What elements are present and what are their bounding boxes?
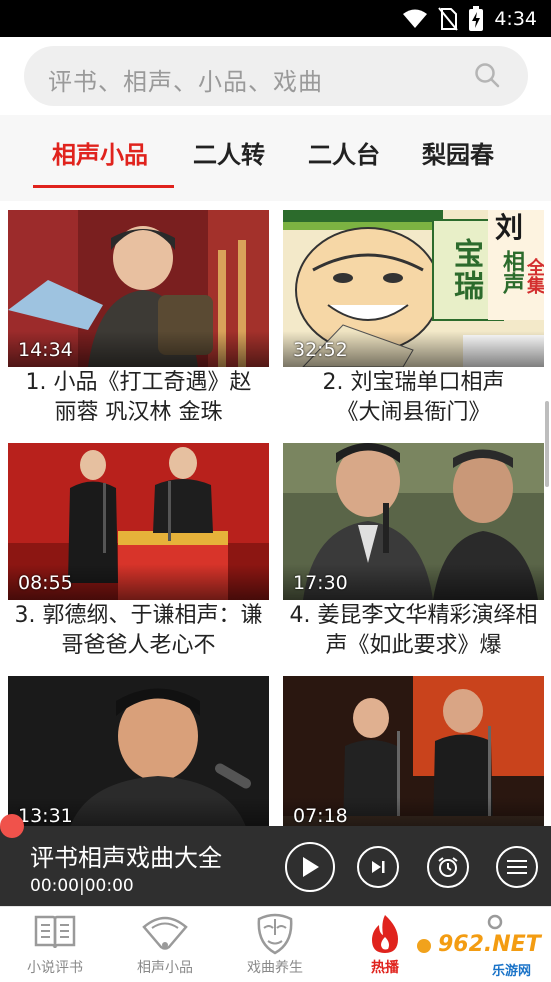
- play-icon: [303, 857, 319, 877]
- opera-mask-icon: [257, 913, 293, 955]
- video-caption[interactable]: 4. 姜昆李文华精彩演绎相声《如此要求》爆: [283, 601, 544, 661]
- playlist-button[interactable]: [496, 846, 538, 888]
- video-duration: 17:30: [293, 572, 348, 594]
- nav-label: 戏曲养生: [247, 960, 303, 976]
- video-duration: 08:55: [18, 572, 73, 594]
- tab-errentai[interactable]: 二人台: [308, 135, 380, 170]
- video-duration: 32:52: [293, 339, 348, 361]
- video-grid[interactable]: 14:34 1. 小品《打工奇遇》赵丽蓉 巩汉林 金珠 刘 宝瑞 相声 全集 3…: [0, 201, 551, 826]
- wifi-icon: [403, 9, 428, 28]
- poster-top-text: 刘: [495, 211, 524, 244]
- flame-icon: [372, 915, 398, 953]
- search-input[interactable]: 评书、相声、小品、戏曲: [24, 46, 528, 106]
- tab-liyuanchun[interactable]: 梨园春: [422, 135, 494, 170]
- nav-item-xiqu[interactable]: 戏曲养生: [220, 907, 330, 982]
- video-thumbnail[interactable]: 14:34: [8, 210, 269, 367]
- site-watermark: 962.NET 乐游网: [416, 922, 546, 979]
- video-title: 3. 郭德纲、于谦相声：谦哥爸爸人老心不: [14, 603, 263, 658]
- video-title: 2. 刘宝瑞单口相声《大闹县衙门》: [322, 370, 505, 425]
- play-button[interactable]: [285, 842, 335, 892]
- video-caption[interactable]: 3. 郭德纲、于谦相声：谦哥爸爸人老心不: [8, 601, 269, 661]
- nav-label: 小说评书: [27, 960, 83, 976]
- active-tab-indicator: [33, 185, 174, 188]
- poster-name-text: 宝瑞: [448, 238, 483, 302]
- clock: 4:34: [494, 8, 537, 30]
- video-caption[interactable]: 2. 刘宝瑞单口相声《大闹县衙门》: [283, 368, 544, 428]
- video-duration: 13:31: [18, 805, 73, 826]
- grid-scrollbar[interactable]: [545, 401, 549, 487]
- progress-knob[interactable]: [0, 814, 24, 838]
- video-thumbnail[interactable]: 07:18: [283, 676, 544, 826]
- video-title: 4. 姜昆李文华精彩演绎相声《如此要求》爆: [289, 603, 538, 658]
- search-area: 评书、相声、小品、戏曲: [0, 37, 551, 115]
- watermark-text: 962.NET: [438, 932, 541, 957]
- player-time: 00:00|00:00: [30, 876, 134, 896]
- fan-icon: [142, 916, 188, 950]
- video-thumbnail[interactable]: 08:55: [8, 443, 269, 600]
- no-sim-icon: [438, 7, 459, 31]
- tab-xiangsheng-xiaopin[interactable]: 相声小品: [52, 135, 148, 170]
- nav-label: 相声小品: [137, 960, 193, 976]
- video-duration: 07:18: [293, 805, 348, 826]
- status-bar: 4:34: [0, 0, 551, 37]
- menu-icon: [507, 860, 527, 874]
- nav-item-novel-pingshu[interactable]: 小说评书: [0, 907, 110, 982]
- alarm-clock-icon: [438, 857, 458, 877]
- timer-button[interactable]: [427, 846, 469, 888]
- category-tabs: 相声小品 二人转 二人台 梨园春: [0, 115, 551, 201]
- search-placeholder: 评书、相声、小品、戏曲: [48, 68, 323, 96]
- video-thumbnail[interactable]: 13:31: [8, 676, 269, 826]
- book-icon: [34, 915, 76, 949]
- watermark-subtext: 乐游网: [492, 964, 532, 979]
- status-icons: 4:34: [402, 6, 537, 32]
- player-title: 评书相声戏曲大全: [30, 844, 222, 872]
- video-thumbnail[interactable]: 17:30: [283, 443, 544, 600]
- video-thumbnail[interactable]: 刘 宝瑞 相声 全集 32:52: [283, 210, 544, 367]
- video-title: 1. 小品《打工奇遇》赵丽蓉 巩汉林 金珠: [25, 370, 252, 425]
- mini-player[interactable]: 评书相声戏曲大全 00:00|00:00: [0, 814, 551, 906]
- battery-charging-icon: [469, 6, 484, 31]
- tab-errenzhuan[interactable]: 二人转: [193, 135, 265, 170]
- next-button[interactable]: [357, 846, 399, 888]
- skip-next-icon: [372, 861, 385, 873]
- nav-item-xiangsheng[interactable]: 相声小品: [110, 907, 220, 982]
- poster-tag-text: 全集: [524, 258, 544, 294]
- video-duration: 14:34: [18, 339, 73, 361]
- video-caption[interactable]: 1. 小品《打工奇遇》赵丽蓉 巩汉林 金珠: [8, 368, 269, 428]
- search-icon[interactable]: [474, 62, 500, 88]
